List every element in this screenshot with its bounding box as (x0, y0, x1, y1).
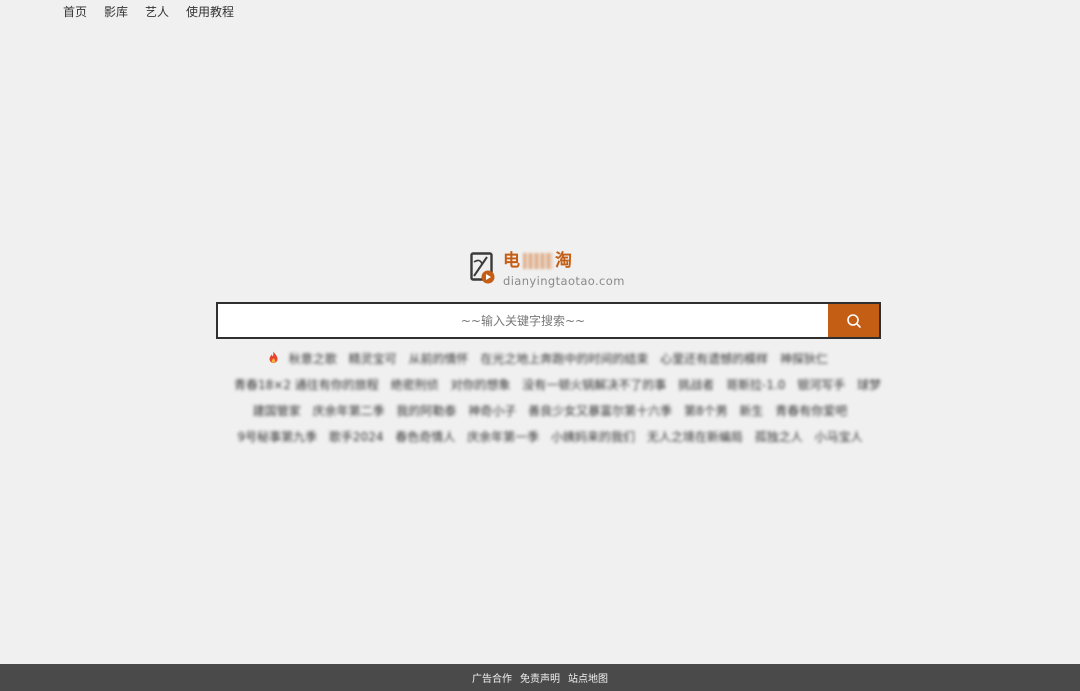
logo-name-end: 淘 (555, 251, 573, 271)
hot-keyword[interactable]: 善良少女又暴富尔第十六季 (528, 404, 672, 418)
hot-keyword[interactable]: 对你的想象 (450, 378, 510, 392)
hot-keyword[interactable]: 神奇小子 (468, 404, 516, 418)
hot-keyword[interactable]: 庆余年第二季 (313, 404, 385, 418)
logo-domain: dianyingtaotao.com (503, 274, 625, 288)
hot-keyword[interactable]: 无人之境在新编局 (647, 430, 743, 444)
hot-row: 建国管家 庆余年第二季 我的阿勒泰 神奇小子 善良少女又暴富尔第十六季 第8个男… (230, 398, 870, 424)
hot-keyword[interactable]: 秋意之歌 (289, 352, 337, 366)
search-bar (216, 302, 881, 339)
nav-home-link[interactable]: 首页 (63, 4, 87, 20)
hot-keyword[interactable]: 心里还有遗憾的模样 (660, 352, 768, 366)
hot-row: 秋意之歌 精灵宝可 从前的情怀 在光之地上奔跑中的时间的结束 心里还有遗憾的模样… (230, 346, 870, 372)
search-button[interactable] (828, 304, 879, 337)
hot-keywords: 秋意之歌 精灵宝可 从前的情怀 在光之地上奔跑中的时间的结束 心里还有遗憾的模样… (230, 346, 881, 450)
top-nav: 首页 影库 艺人 使用教程 (63, 4, 234, 20)
hot-keyword[interactable]: 建国管家 (253, 404, 301, 418)
hot-keyword[interactable]: 歌手2024 (329, 430, 384, 444)
footer-ad-link[interactable]: 广告合作 (472, 670, 512, 685)
hot-keyword[interactable]: 庆余年第一季 (467, 430, 539, 444)
hot-keyword[interactable]: 青春有你爱吧 (775, 404, 847, 418)
hot-keyword[interactable]: 第8个男 (684, 404, 728, 418)
hot-row: 青春18×2 通往有你的旅程 绝密刑侦 对你的想象 没有一顿火锅解决不了的事 挑… (230, 372, 881, 398)
fire-icon (269, 351, 278, 363)
logo-name: 电 淘 (503, 250, 625, 272)
hot-row: 9号秘事第九季 歌手2024 春色奇情人 庆余年第一季 小姨妈来的我们 无人之境… (230, 424, 870, 450)
hot-keyword[interactable]: 新生 (739, 404, 763, 418)
search-icon (846, 313, 861, 328)
hot-keyword[interactable]: 绝密刑侦 (391, 378, 439, 392)
hot-keyword[interactable]: 神探狄仁 (780, 352, 828, 366)
hot-keyword[interactable]: 春色奇情人 (395, 430, 455, 444)
footer: 广告合作 免责声明 站点地图 (0, 664, 1080, 691)
logo-name-start: 电 (503, 251, 521, 271)
hot-keyword[interactable]: 精灵宝可 (349, 352, 397, 366)
page: 首页 影库 艺人 使用教程 电 淘 dianyingtaotao.com ~~输… (0, 0, 1080, 691)
hot-keyword[interactable]: 在光之地上奔跑中的时间的结束 (480, 352, 648, 366)
hot-keyword[interactable]: 青春18×2 通往有你的旅程 (234, 378, 379, 392)
hot-keyword[interactable]: 小姨妈来的我们 (551, 430, 635, 444)
nav-library-link[interactable]: 影库 (104, 4, 128, 20)
nav-tutorial-link[interactable]: 使用教程 (186, 4, 234, 20)
nav-artists-link[interactable]: 艺人 (145, 4, 169, 20)
footer-disclaimer-link[interactable]: 免责声明 (520, 670, 560, 685)
hot-keyword[interactable]: 银河写手 (797, 378, 845, 392)
hot-keyword[interactable]: 球梦 (857, 378, 881, 392)
hot-keyword[interactable]: 孤独之人 (755, 430, 803, 444)
logo-film-icon (470, 252, 495, 284)
hot-keyword[interactable]: 从前的情怀 (408, 352, 468, 366)
logo-name-redacted (523, 253, 553, 269)
hot-keyword[interactable]: 9号秘事第九季 (237, 430, 317, 444)
hot-keyword[interactable]: 我的阿勒泰 (396, 404, 456, 418)
search-input[interactable] (218, 304, 828, 337)
logo-text: 电 淘 dianyingtaotao.com (503, 250, 625, 288)
hot-keyword[interactable]: 小马宝人 (815, 430, 863, 444)
footer-sitemap-link[interactable]: 站点地图 (568, 670, 608, 685)
hot-keyword[interactable]: 没有一顿火锅解决不了的事 (522, 378, 666, 392)
site-logo[interactable]: 电 淘 dianyingtaotao.com (470, 250, 625, 288)
hot-keyword[interactable]: 哥斯拉-1.0 (726, 378, 785, 392)
hot-keyword[interactable]: 挑战者 (678, 378, 714, 392)
